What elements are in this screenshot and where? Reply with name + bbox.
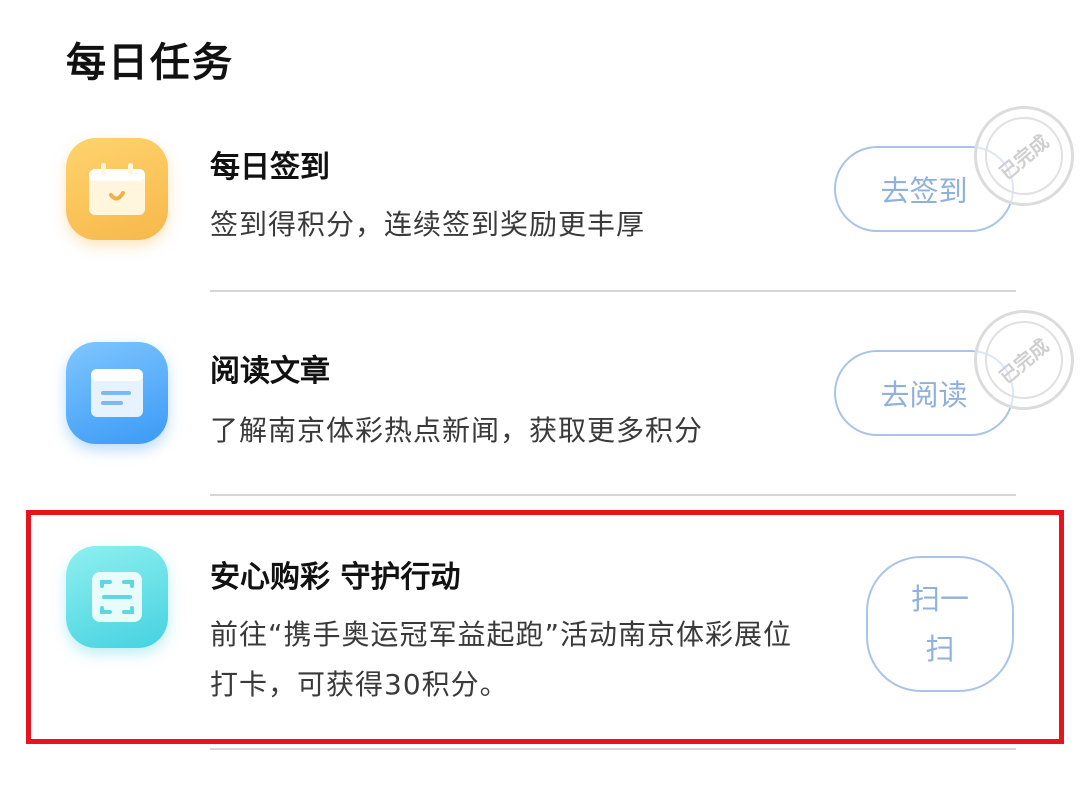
document-icon [91,369,143,417]
divider [210,748,1016,750]
page-title: 每日任务 [66,40,234,86]
read-task-icon-tile [66,342,168,444]
completed-stamp-text: 已完成 [996,334,1054,388]
completed-stamp: 已完成 [974,106,1074,206]
highlight-frame [26,510,1064,744]
divider [210,290,1016,292]
read-task-desc: 了解南京体彩热点新闻，获取更多积分 [210,414,704,447]
divider [210,494,1016,496]
completed-stamp-text: 已完成 [996,130,1054,184]
calendar-icon [89,163,145,215]
read-task-title: 阅读文章 [210,354,330,389]
checkin-task-title: 每日签到 [210,150,330,185]
completed-stamp: 已完成 [974,310,1074,410]
checkin-task-icon-tile [66,138,168,240]
checkin-task-desc: 签到得积分，连续签到奖励更丰厚 [210,208,646,241]
